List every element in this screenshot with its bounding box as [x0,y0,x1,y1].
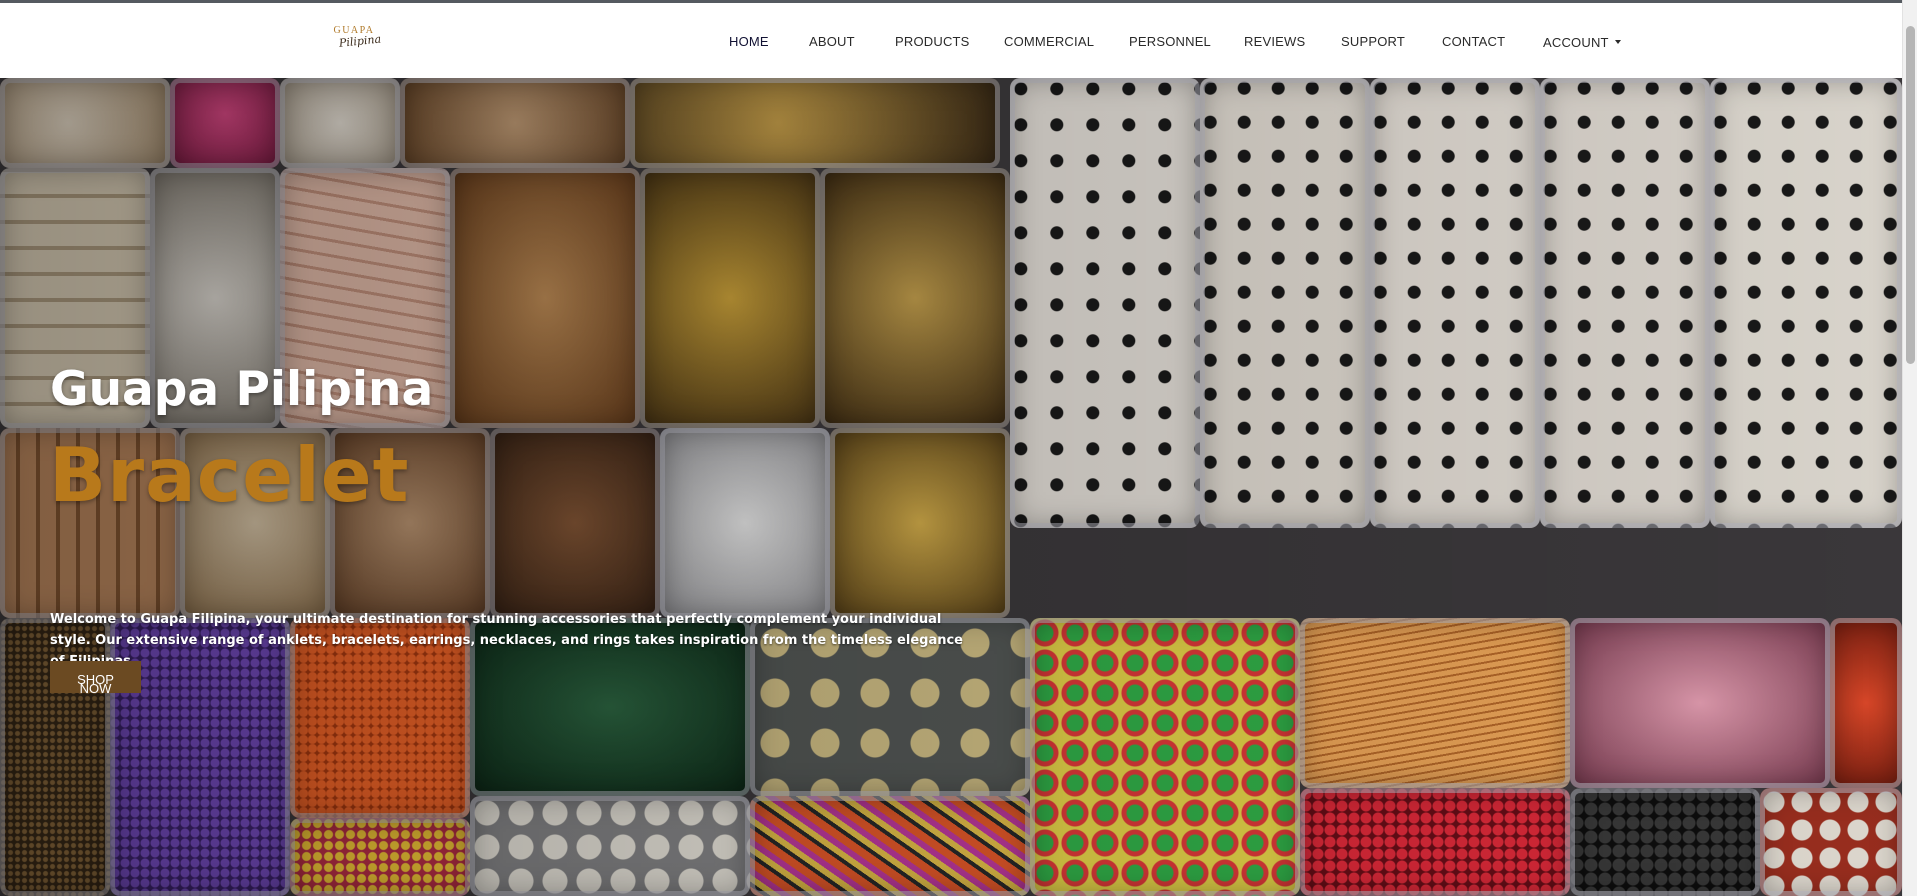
logo-wordmark-script: Pilipina [338,32,382,50]
nav-account-label: ACCOUNT [1543,35,1609,50]
hero-subtitle: Bracelet [49,431,410,519]
nav-reviews[interactable]: REVIEWS [1244,34,1305,49]
page-scrollbar[interactable] [1902,0,1917,896]
nav-products[interactable]: PRODUCTS [895,34,970,49]
nav-contact[interactable]: CONTACT [1442,34,1505,49]
hero-banner: Guapa Pilipina Bracelet Welcome to Guapa… [0,78,1902,896]
nav-account-dropdown[interactable]: ACCOUNT [1543,35,1621,50]
shop-now-label-line2: NOW [79,681,112,696]
hero-description: Welcome to Guapa Filipina, your ultimate… [50,612,964,669]
scrollbar-thumb[interactable] [1906,26,1915,364]
nav-personnel[interactable]: PERSONNEL [1129,34,1211,49]
top-navbar: GUAPA Pilipina HOME ABOUT PRODUCTS COMME… [0,3,1902,78]
nav-commercial[interactable]: COMMERCIAL [1004,34,1094,49]
nav-home[interactable]: HOME [729,34,769,49]
hero-title: Guapa Pilipina [50,362,434,417]
brand-logo[interactable]: GUAPA Pilipina [333,25,382,59]
nav-support[interactable]: SUPPORT [1341,34,1405,49]
chevron-down-icon [1614,39,1621,44]
nav-about[interactable]: ABOUT [809,34,855,49]
